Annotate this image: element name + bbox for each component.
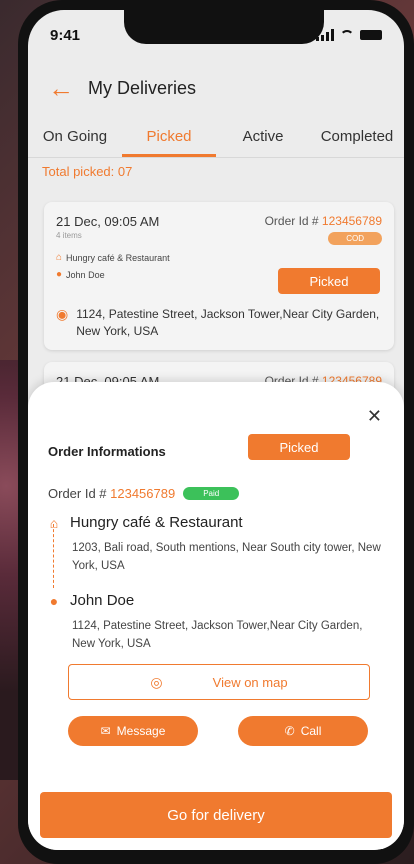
card-order-id: Order Id # 123456789 <box>265 214 382 228</box>
card-restaurant: ⌂ Hungry café & Restaurant <box>56 252 382 263</box>
delivery-card[interactable]: 21 Dec, 09:05 AM 4 items Order Id # 1234… <box>44 202 394 350</box>
customer-address: 1124, Patestine Street, Jackson Tower,Ne… <box>72 620 363 650</box>
message-label: Message <box>116 724 166 738</box>
page-title: My Deliveries <box>88 77 197 98</box>
paid-badge: Paid <box>183 487 240 500</box>
order-id-prefix: Order Id # <box>48 486 111 501</box>
battery-icon <box>360 30 382 40</box>
card-restaurant-name: Hungry café & Restaurant <box>66 252 170 263</box>
tab-on-going[interactable]: On Going <box>28 118 122 157</box>
customer-name: John Doe <box>70 592 135 609</box>
call-button[interactable]: ✆ Call <box>238 716 368 746</box>
order-id-number: 123456789 <box>321 214 382 228</box>
go-for-delivery-button[interactable]: Go for delivery <box>40 792 392 838</box>
phone-icon: ✆ <box>284 724 295 738</box>
card-picked-button[interactable]: Picked <box>278 268 380 294</box>
status-icons <box>316 29 382 41</box>
mail-icon: ✉ <box>100 724 111 738</box>
restaurant-address: 1203, Bali road, South mentions, Near So… <box>72 542 381 572</box>
screen: 9:41 ← My Deliveries On Going Picked Act… <box>28 10 404 850</box>
back-arrow-icon[interactable]: ← <box>48 75 74 101</box>
wifi-icon <box>340 30 354 40</box>
sheet-order-id: Order Id # 123456789 Paid <box>48 486 240 501</box>
location-pin-icon: ◉ <box>56 306 69 322</box>
status-bar: 9:41 <box>28 24 404 46</box>
picked-button[interactable]: Picked <box>248 434 350 460</box>
close-icon[interactable]: ✕ <box>367 406 382 427</box>
sheet-title: Order Informations <box>48 444 166 459</box>
customer-block: ● John Doe 1124, Patestine Street, Jacks… <box>48 592 384 653</box>
card-address-text: 1124, Patestine Street, Jackson Tower,Ne… <box>76 307 380 338</box>
tab-picked[interactable]: Picked <box>122 118 216 157</box>
view-on-map-button[interactable]: ◎ View on map <box>68 664 370 700</box>
order-info-sheet: ✕ Order Informations Picked Order Id # 1… <box>28 382 404 850</box>
status-time: 9:41 <box>50 26 81 44</box>
target-icon: ◎ <box>150 673 163 690</box>
order-id-number: 123456789 <box>110 486 176 501</box>
payment-badge: COD <box>328 232 382 245</box>
card-address: ◉ 1124, Patestine Street, Jackson Tower,… <box>56 306 382 340</box>
card-date: 21 Dec, 09:05 AM <box>56 214 160 229</box>
tab-active[interactable]: Active <box>216 118 310 157</box>
phone-frame: 9:41 ← My Deliveries On Going Picked Act… <box>18 0 414 864</box>
person-icon: ● <box>49 592 59 609</box>
card-items-count: 4 items <box>56 231 82 240</box>
app-header: ← My Deliveries <box>28 66 404 110</box>
tab-bar: On Going Picked Active Completed <box>28 118 404 158</box>
total-picked-count: Total picked: 07 <box>42 164 133 179</box>
order-id-prefix: Order Id # <box>264 214 322 228</box>
signal-icon <box>316 29 334 41</box>
call-label: Call <box>300 724 322 738</box>
view-on-map-label: View on map <box>212 674 288 690</box>
restaurant-icon: ⌂ <box>56 252 63 263</box>
restaurant-icon: ⌂ <box>49 514 59 531</box>
person-icon: ● <box>56 269 63 280</box>
message-button[interactable]: ✉ Message <box>68 716 198 746</box>
tab-completed[interactable]: Completed <box>310 118 404 157</box>
card-customer-name: John Doe <box>66 269 105 280</box>
restaurant-block: ⌂ Hungry café & Restaurant 1203, Bali ro… <box>48 514 384 575</box>
restaurant-name: Hungry café & Restaurant <box>70 514 243 531</box>
